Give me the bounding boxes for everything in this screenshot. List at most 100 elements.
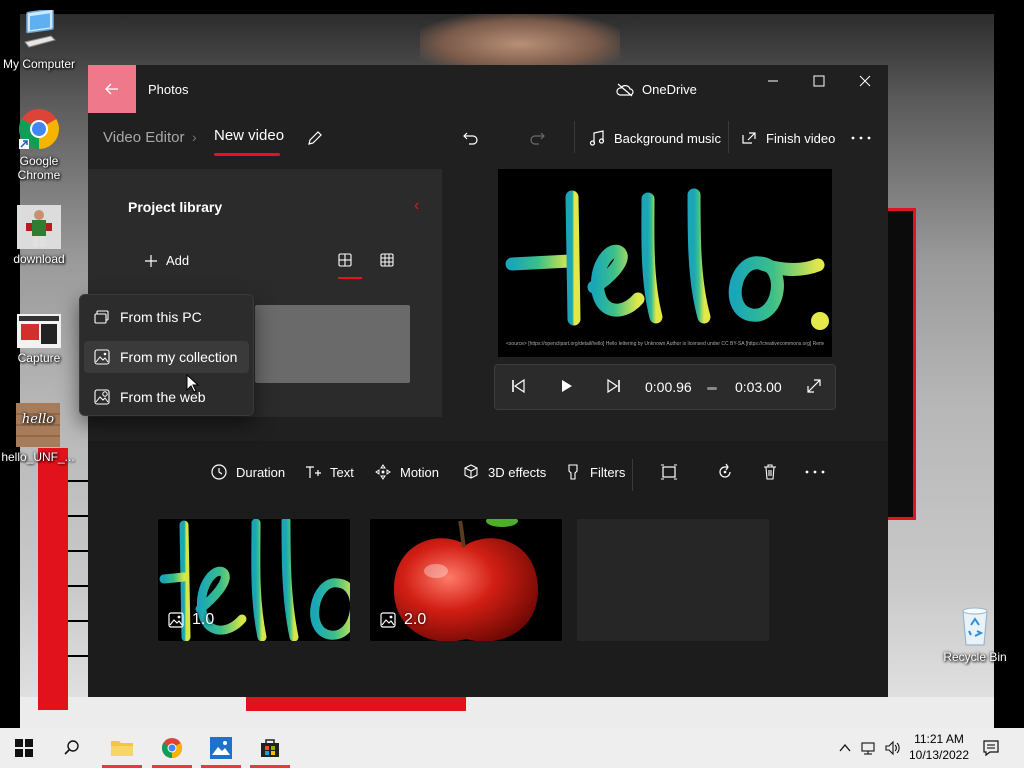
taskbar-photos[interactable] [197,728,245,768]
storyboard-empty-slot[interactable] [577,519,769,641]
editor-toolbar: Video Editor › New video Background musi… [88,113,888,161]
fullscreen-button[interactable] [805,377,823,400]
storyboard-clip-hello[interactable]: 1.0 [158,519,350,641]
duration-button[interactable]: Duration [210,463,285,481]
plus-icon [145,254,157,267]
current-time: 0:00.96 [645,379,692,395]
desktop-icon-google-chrome[interactable]: Google Chrome [1,107,77,182]
taskbar-chrome[interactable] [148,728,196,768]
computer-icon [17,8,61,54]
motion-label: Motion [400,464,440,480]
small-grid-view-button[interactable] [380,253,394,272]
filters-button[interactable]: Filters [564,463,625,481]
system-tray [838,740,900,756]
text-add-icon [306,466,321,478]
skip-forward-icon [607,378,620,394]
desktop-icon-label: Capture [17,351,61,365]
taskbar-file-explorer[interactable] [98,728,146,768]
crop-button[interactable] [660,463,678,481]
filters-icon [568,464,578,480]
menu-item-from-the-web[interactable]: From the web [84,381,249,413]
storyboard-more-button[interactable] [804,463,826,481]
wallpaper-red-bar-bottom [246,697,466,711]
clock-icon [211,464,227,480]
pc-folder-icon [94,310,109,324]
play-button[interactable] [557,377,575,400]
desktop-icon-recycle-bin[interactable]: Recycle Bin [937,603,1013,664]
rotate-button[interactable] [716,463,734,481]
chrome-icon [162,738,182,758]
redo-button[interactable] [528,125,546,151]
onedrive-status[interactable]: OneDrive [616,82,697,97]
collapse-chevron-icon[interactable]: ‹ [414,197,419,215]
start-button[interactable] [0,728,48,768]
scrubber-handle[interactable] [707,387,717,390]
previous-frame-button[interactable] [509,377,527,400]
storyboard-clip-apple[interactable]: 2.0 [370,519,562,641]
search-icon [64,740,79,755]
screenshot-thumbnail-icon [17,314,61,348]
add-button[interactable]: Add [144,253,189,268]
skip-back-icon [512,378,525,394]
desktop-icon-hello-image[interactable]: hello hello_UNF_... [0,403,76,464]
menu-item-from-this-pc[interactable]: From this PC [84,301,249,333]
text-button[interactable]: Text [304,463,354,481]
close-button[interactable] [842,65,888,97]
wallpaper-bottom-band [20,697,994,728]
title-bar[interactable]: Photos OneDrive [88,65,888,113]
onedrive-label: OneDrive [642,82,697,97]
delete-button[interactable] [761,463,779,481]
photo-collection-icon [94,349,110,365]
image-thumbnail-icon [17,205,61,249]
chevron-up-icon[interactable] [838,741,852,755]
next-frame-button[interactable] [605,377,623,400]
background-music-button[interactable]: Background music [588,125,721,151]
image-icon [380,612,396,628]
motion-icon [375,464,391,480]
notification-icon [983,740,999,757]
share-icon [742,132,756,144]
storyboard-separator [632,459,633,491]
undo-button[interactable] [462,125,480,151]
more-options-button[interactable] [850,125,872,151]
back-button[interactable] [88,65,136,113]
menu-item-label: From this PC [120,309,202,325]
finish-video-button[interactable]: Finish video [740,125,835,151]
grid-small-icon [380,253,394,267]
notifications-button[interactable] [968,728,1014,768]
3d-effects-icon [464,464,478,479]
undo-icon [463,132,478,145]
network-icon[interactable] [860,740,876,756]
maximize-button[interactable] [796,65,842,97]
rename-button[interactable] [306,125,324,151]
store-icon [261,739,279,757]
3d-effects-button[interactable]: 3D effects [462,463,546,481]
taskbar-store[interactable] [246,728,294,768]
desktop-icon-capture[interactable]: Capture [1,314,77,365]
volume-icon[interactable] [884,740,900,756]
cloud-off-icon [616,83,634,96]
video-preview[interactable]: <source> [https://openclipart.org/detail… [498,169,832,357]
search-button[interactable] [48,728,96,768]
library-media-thumbnail[interactable] [255,305,410,383]
taskbar-clock[interactable]: 11:21 AM 10/13/2022 [904,731,974,763]
toolbar-separator [728,121,729,153]
desktop-icon-my-computer[interactable]: My Computer [1,8,77,71]
breadcrumb-video-editor[interactable]: Video Editor [103,129,184,146]
web-image-icon [94,389,110,405]
motion-button[interactable]: Motion [374,463,439,481]
rotate-icon [719,463,731,478]
desktop-icon-label: download [13,252,65,266]
preview-attribution: <source> [https://openclipart.org/detail… [506,341,824,347]
desktop-icon-download[interactable]: download [1,205,77,266]
minimize-button[interactable] [750,65,796,97]
filters-label: Filters [590,464,626,480]
more-horizontal-icon [851,136,871,140]
pencil-icon [308,131,322,145]
wallpaper-tick [68,480,88,482]
desktop-icon-label: Google Chrome [17,154,61,182]
breadcrumb-current[interactable]: New video [214,127,284,144]
large-grid-view-button[interactable] [338,253,352,272]
resize-icon [661,464,677,480]
menu-item-from-my-collection[interactable]: From my collection [84,341,249,373]
